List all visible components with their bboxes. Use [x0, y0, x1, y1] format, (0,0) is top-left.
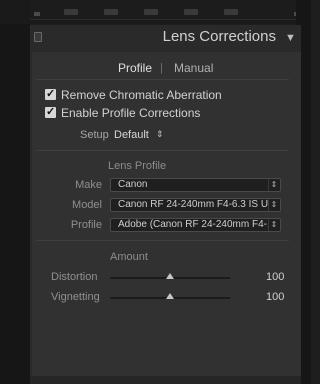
select-arrows-icon[interactable]: ⇕ [268, 219, 279, 231]
toolbar-mark-icon [184, 9, 198, 15]
tab-profile[interactable]: Profile [118, 61, 152, 75]
make-value: Canon [118, 179, 148, 190]
vignetting-slider-thumb[interactable] [166, 293, 174, 299]
tab-separator: | [160, 62, 163, 74]
enable-profile-corrections-checkbox[interactable]: ✓ Enable Profile Corrections [45, 106, 245, 120]
panel-enable-toggle[interactable] [34, 32, 42, 42]
panel-switch-icon[interactable] [34, 12, 40, 16]
vignetting-value[interactable]: 100 [266, 291, 284, 303]
left-edge [0, 0, 30, 384]
select-arrows-icon[interactable]: ⇕ [268, 179, 279, 191]
checkbox-box[interactable]: ✓ [45, 88, 56, 100]
lens-profile-title: Lens Profile [108, 160, 167, 172]
setup-label: Setup [80, 129, 109, 141]
setup-dropdown[interactable]: Default [114, 129, 149, 141]
checkmark-icon: ✓ [46, 88, 56, 100]
model-label: Model [72, 199, 102, 211]
divider [36, 150, 289, 151]
toolbar-mark-icon [224, 9, 238, 15]
tab-manual[interactable]: Manual [174, 61, 213, 75]
distortion-slider-thumb[interactable] [166, 273, 174, 279]
remove-chromatic-aberration-checkbox[interactable]: ✓ Remove Chromatic Aberration [45, 88, 245, 102]
model-select[interactable]: Canon RF 24-240mm F4-6.3 IS U... ⇕ [110, 198, 281, 212]
profile-label: Profile [70, 219, 102, 231]
amount-title: Amount [110, 251, 148, 263]
divider [36, 240, 289, 241]
triangle-down-icon[interactable]: ▼ [285, 32, 296, 44]
panel-title: Lens Corrections [162, 28, 276, 45]
toolbar-mark-icon [144, 9, 158, 15]
make-label: Make [75, 179, 102, 191]
vignetting-label: Vignetting [51, 291, 100, 303]
previous-panel-icons [64, 2, 264, 15]
toolbar-mark-icon [104, 9, 118, 15]
checkmark-icon: ✓ [46, 106, 56, 118]
profile-select[interactable]: Adobe (Canon RF 24-240mm F4-... ⇕ [110, 218, 281, 232]
toolbar-mark-icon [64, 9, 78, 15]
select-arrows-icon[interactable]: ⇕ [268, 199, 279, 211]
distortion-label: Distortion [51, 271, 98, 283]
panel-footer [30, 376, 301, 384]
checkbox-label: Enable Profile Corrections [61, 106, 201, 120]
checkbox-label: Remove Chromatic Aberration [61, 88, 222, 102]
make-select[interactable]: Canon ⇕ [110, 178, 281, 192]
distortion-value[interactable]: 100 [266, 271, 284, 283]
setup-dropdown-arrows-icon[interactable]: ⇕ [156, 129, 164, 140]
model-value: Canon RF 24-240mm F4-6.3 IS U... [118, 199, 268, 210]
previous-panel-footer [30, 0, 296, 20]
profile-value: Adobe (Canon RF 24-240mm F4-... [118, 219, 268, 230]
checkbox-box[interactable]: ✓ [45, 106, 56, 118]
